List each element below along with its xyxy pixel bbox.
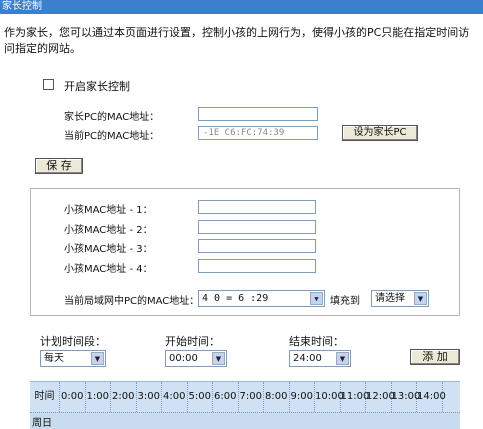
fill-to-select-value: 请选择 (375, 293, 405, 304)
chevron-down-icon: ▼ (414, 292, 427, 305)
start-time-select[interactable]: 00:00 ▼ (165, 350, 227, 367)
hour-header-cell: 13:00 (392, 382, 420, 412)
schedule-day-row: 周日 (30, 412, 460, 429)
hour-header-cell: 14:00 (417, 382, 446, 412)
enable-parental-control-checkbox[interactable] (43, 79, 54, 90)
chevron-down-icon: ▼ (310, 292, 323, 305)
start-time-label: 开始时间： (165, 335, 220, 348)
child-mac-3-label: 小孩MAC地址 - 3： (64, 244, 153, 255)
hour-header-cell: 3:00 (137, 382, 162, 412)
schedule-period-label: 计划时间段： (40, 335, 106, 348)
schedule-period-select[interactable]: 每天 ▼ (40, 350, 106, 367)
child-mac-3-input[interactable] (198, 239, 316, 253)
hour-header-cell: 10:00 (315, 382, 344, 412)
schedule-header-row: 时间 0:00 1:00 2:00 3:00 4:00 5:00 6:00 7:00 8:00 9… (30, 382, 446, 412)
chevron-down-icon: ▼ (336, 352, 349, 365)
chevron-down-icon: ▼ (212, 352, 225, 365)
lan-pc-mac-select-value: 4 0 = 6 :29 (202, 293, 269, 304)
current-pc-mac-label: 当前PC的MAC地址： (64, 131, 160, 142)
end-time-select[interactable]: 24:00 ▼ (289, 350, 351, 367)
parent-pc-mac-input[interactable] (198, 107, 318, 121)
hour-header-cell: 6:00 (213, 382, 239, 412)
hour-header-cell: 8:00 (264, 382, 290, 412)
fill-to-select[interactable]: 请选择 ▼ (371, 290, 429, 307)
start-time-value: 00:00 (169, 353, 198, 364)
hour-header-cell: 1:00 (86, 382, 111, 412)
enable-parental-control-label: 开启家长控制 (64, 80, 130, 93)
child-mac-2-label: 小孩MAC地址 - 2： (64, 225, 153, 236)
hour-header-cell: 5:00 (188, 382, 213, 412)
hour-header-cell: 4:00 (162, 382, 188, 412)
child-mac-1-label: 小孩MAC地址 - 1： (64, 205, 153, 216)
current-pc-mac-input[interactable]: -1E C6:FC:74:39 (198, 126, 318, 140)
lan-pc-mac-select[interactable]: 4 0 = 6 :29 ▼ (198, 290, 325, 307)
add-schedule-button[interactable]: 添 加 (410, 349, 460, 365)
schedule-table: 时间 0:00 1:00 2:00 3:00 4:00 5:00 6:00 7:00 8:00 9… (30, 381, 460, 429)
hour-header-cell: 0:00 (60, 382, 86, 412)
parent-pc-mac-label: 家长PC的MAC地址： (64, 112, 160, 123)
schedule-period-value: 每天 (44, 353, 64, 364)
child-mac-2-input[interactable] (198, 220, 316, 234)
intro-text: 作为家长，您可以通过本页面进行设置，控制小孩的上网行为，使得小孩的PC只能在指定… (4, 26, 470, 55)
save-button[interactable]: 保 存 (35, 158, 83, 174)
chevron-down-icon: ▼ (91, 352, 104, 365)
end-time-label: 结束时间： (289, 335, 344, 348)
hour-header-cell: 12:00 (366, 382, 395, 412)
hour-header-cell: 11:00 (341, 382, 369, 412)
hour-header-cell: 2:00 (111, 382, 137, 412)
fill-to-label: 填充到 (330, 296, 360, 307)
page-title: 家长控制 (0, 0, 483, 14)
hour-header-cell: 7:00 (239, 382, 264, 412)
child-mac-1-input[interactable] (198, 200, 316, 214)
set-parent-pc-button[interactable]: 设为家长PC (342, 125, 418, 141)
end-time-value: 24:00 (293, 353, 322, 364)
child-mac-4-input[interactable] (198, 259, 316, 273)
lan-pc-mac-label: 当前局域网中PC的MAC地址： (64, 296, 200, 307)
time-header: 时间 (30, 382, 60, 412)
hour-header-cell: 9:00 (290, 382, 315, 412)
child-mac-4-label: 小孩MAC地址 - 4： (64, 264, 153, 275)
